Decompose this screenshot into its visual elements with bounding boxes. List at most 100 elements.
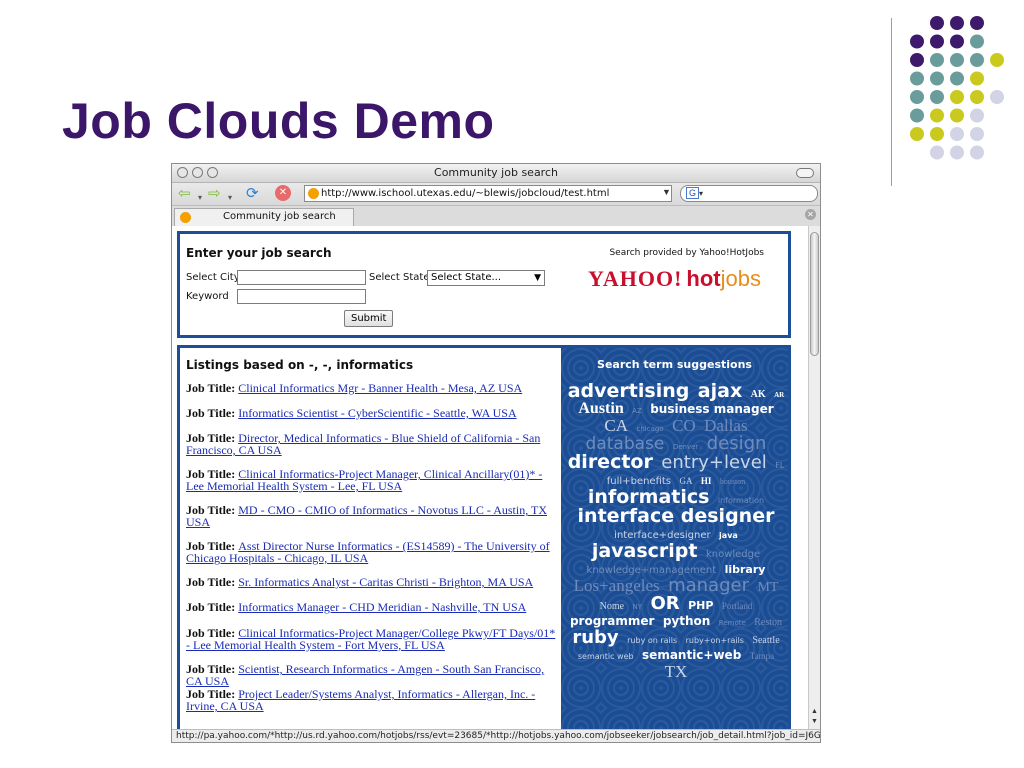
cloud-term[interactable]: interface designer [578, 507, 775, 526]
job-link[interactable]: Clinical Informatics-Project Manager/Col… [186, 626, 555, 652]
cloud-term[interactable]: chicago [637, 426, 664, 433]
cloud-term[interactable]: ruby [572, 629, 618, 647]
cloud-term[interactable]: knowledge [706, 550, 760, 560]
listing-item: Job Title: Informatics Manager - CHD Mer… [186, 601, 558, 613]
decorative-dot [950, 34, 964, 49]
address-url: http://www.ischool.utexas.edu/~blewis/jo… [321, 188, 610, 199]
status-bar: http://pa.yahoo.com/*http://us.rd.yahoo.… [172, 729, 820, 742]
scroll-down-arrow-icon[interactable]: ▼ [811, 718, 818, 725]
job-link[interactable]: Informatics Manager - CHD Meridian - Nas… [238, 600, 526, 614]
cloud-term[interactable]: FL [775, 462, 784, 470]
cloud-term[interactable]: Los+angeles [574, 577, 660, 594]
decorative-dot [970, 90, 984, 104]
cloud-term[interactable]: manager [668, 577, 749, 595]
job-link[interactable]: Clinical Informatics Mgr - Banner Health… [238, 381, 522, 395]
cloud-term[interactable]: design [707, 435, 767, 453]
cloud-term[interactable]: ruby+on+rails [686, 637, 744, 645]
cloud-term[interactable]: GA [679, 477, 692, 486]
job-link[interactable]: Sr. Informatics Analyst - Caritas Christ… [238, 575, 533, 589]
cloud-term[interactable]: Austin [578, 401, 623, 417]
job-link[interactable]: Informatics Scientist - CyberScientific … [238, 406, 516, 420]
cloud-term[interactable]: advertising [568, 382, 690, 401]
cloud-term[interactable]: Reston [754, 618, 782, 628]
cloud-term[interactable]: PHP [688, 600, 713, 611]
search-engine-icon[interactable]: G [686, 187, 700, 199]
cloud-term[interactable]: javascript [592, 542, 698, 561]
cloud-term[interactable]: java [719, 532, 738, 540]
cloud-term[interactable]: entry+level [661, 454, 766, 472]
decorative-dot [910, 34, 924, 49]
cloud-term[interactable]: Remote [719, 620, 746, 627]
cloud-term[interactable]: business manager [650, 403, 773, 415]
listing-item: Job Title: Sr. Informatics Analyst - Car… [186, 576, 558, 588]
cloud-term[interactable]: AR [774, 392, 784, 399]
forward-arrow-icon[interactable]: ⇨ [208, 185, 221, 203]
city-input[interactable] [237, 270, 366, 285]
tab-community-job-search[interactable]: Community job search [174, 208, 354, 226]
cloud-term[interactable]: Tampa [750, 652, 774, 661]
keyword-input[interactable] [237, 289, 366, 304]
cloud-term[interactable]: semantic+web [642, 649, 741, 661]
cloud-term[interactable]: CO [672, 417, 696, 434]
decorative-dot [930, 145, 944, 160]
cloud-term[interactable]: MT [757, 581, 778, 595]
decorative-dot [910, 127, 924, 141]
cloud-term[interactable]: NY [633, 604, 643, 611]
submit-button[interactable]: Submit [344, 310, 394, 327]
listings-panel: Listings based on -, -, informatics Job … [177, 345, 561, 729]
reload-icon[interactable]: ⟳ [246, 185, 259, 203]
cloud-term[interactable]: ruby on rails [627, 637, 677, 645]
cloud-term[interactable]: houston [720, 478, 745, 486]
forward-menu-chevron-icon[interactable]: ▾ [228, 189, 232, 207]
cloud-term[interactable]: TX [665, 663, 688, 680]
cloud-term[interactable]: HI [701, 477, 712, 486]
cloud-term[interactable]: Denver [673, 444, 698, 451]
decorative-dot [970, 16, 984, 30]
yahoo-hotjobs-logo[interactable]: YAHOO! hotjobs [588, 266, 761, 292]
cloud-term[interactable]: ajax [698, 382, 742, 401]
site-favicon-icon [308, 188, 319, 199]
cloud-term[interactable]: director [568, 453, 653, 472]
cloud-term[interactable]: OR [650, 595, 679, 613]
decorative-dot [970, 34, 984, 49]
back-arrow-icon[interactable]: ⇦ [178, 185, 191, 203]
cloud-term[interactable]: python [663, 615, 710, 627]
scroll-up-arrow-icon[interactable]: ▲ [811, 708, 818, 715]
address-history-chevron-icon[interactable]: ▼ [662, 187, 671, 197]
city-label: Select City [186, 272, 240, 283]
tab-label: Community job search [223, 211, 336, 222]
cloud-term[interactable]: Seattle [752, 636, 779, 646]
toolbar-toggle-button[interactable] [796, 168, 814, 178]
job-link[interactable]: Project Leader/Systems Analyst, Informat… [186, 687, 535, 713]
web-search-field[interactable]: G ▾ [680, 185, 818, 202]
decorative-dot [930, 90, 944, 104]
decorative-dot [970, 108, 984, 123]
cloud-term[interactable]: semantic web [578, 653, 634, 661]
job-link[interactable]: Scientist, Research Informatics - Amgen … [186, 662, 544, 688]
back-menu-chevron-icon[interactable]: ▾ [198, 189, 202, 207]
stop-icon[interactable]: ✕ [275, 185, 291, 201]
cloud-term[interactable]: Portland [722, 602, 753, 611]
cloud-term[interactable]: Dallas [704, 417, 747, 434]
cloud-term[interactable]: programmer [570, 615, 654, 627]
cloud-term[interactable]: AZ [632, 408, 642, 415]
job-link[interactable]: Clinical Informatics-Project Manager, Cl… [186, 467, 542, 493]
state-select[interactable]: Select State... ▼ [427, 270, 545, 286]
job-link[interactable]: Asst Director Nurse Informatics - (ES145… [186, 539, 550, 565]
cloud-term[interactable]: information [718, 497, 764, 505]
close-tab-icon[interactable]: ✕ [805, 209, 816, 220]
vertical-scrollbar[interactable]: ▲ ▼ [808, 226, 820, 729]
cloud-term[interactable]: CA [604, 417, 628, 434]
state-select-value: Select State... [431, 272, 502, 283]
job-title-label: Job Title: [186, 381, 239, 395]
decorative-dot [990, 53, 1004, 67]
cloud-term[interactable]: AK [751, 390, 766, 400]
scrollbar-thumb[interactable] [810, 232, 819, 356]
job-link[interactable]: MD - CMO - CMIO of Informatics - Novotus… [186, 503, 547, 529]
cloud-term[interactable]: library [725, 564, 766, 575]
decorative-dot [910, 53, 924, 67]
page-viewport: Enter your job search Select City Select… [172, 226, 808, 729]
address-bar[interactable]: http://www.ischool.utexas.edu/~blewis/jo… [304, 185, 672, 202]
job-link[interactable]: Director, Medical Informatics - Blue Shi… [186, 431, 540, 457]
cloud-term[interactable]: Nome [600, 602, 624, 612]
